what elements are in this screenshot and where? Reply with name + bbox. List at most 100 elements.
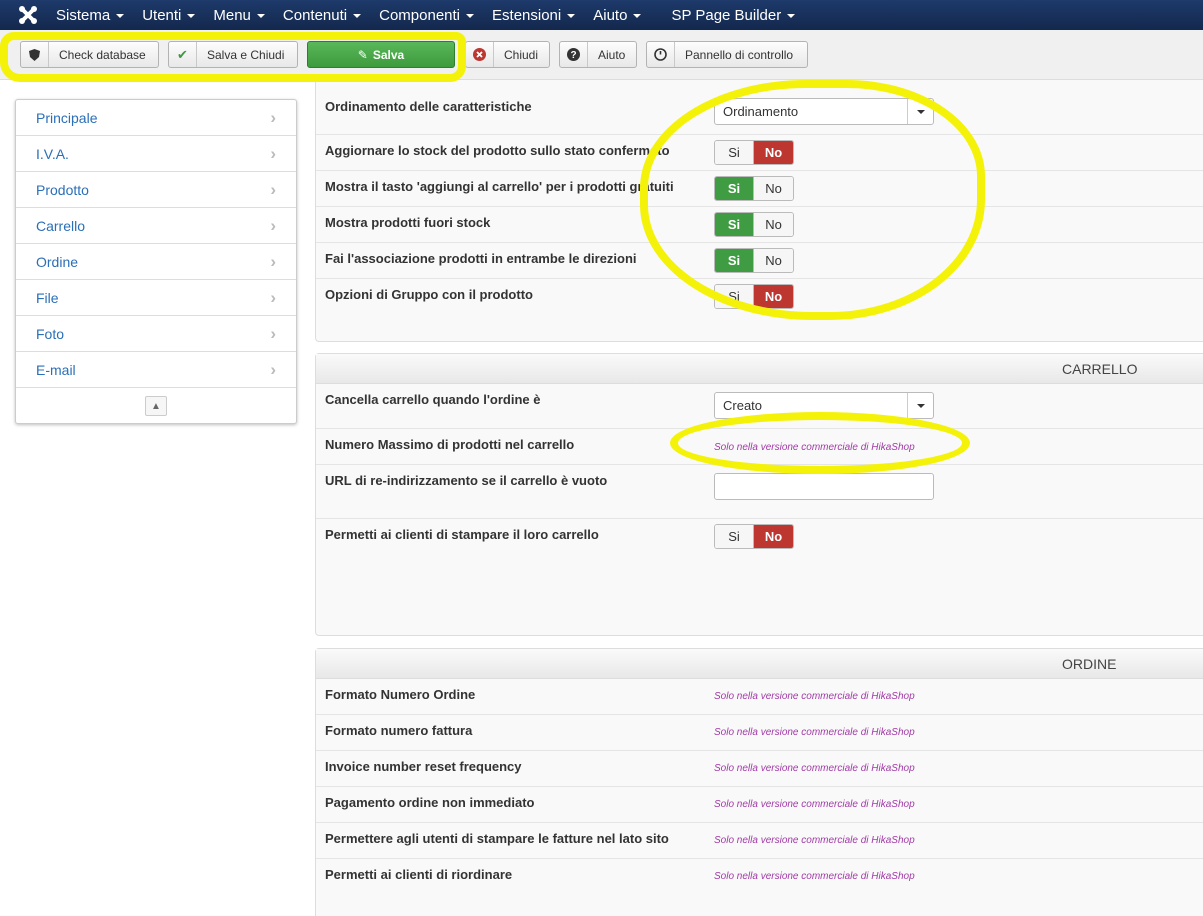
- caret-down-icon: [633, 14, 642, 18]
- toggle-yes[interactable]: Si: [715, 213, 754, 236]
- toggle-yes[interactable]: Si: [715, 249, 754, 272]
- menu-aiuto[interactable]: Aiuto: [593, 6, 642, 24]
- sidebar-item-label: I.V.A.: [36, 145, 69, 162]
- panel-header: ORDINE: [316, 649, 1203, 679]
- setting-row: Mostra il tasto 'aggiungi al carrello' p…: [316, 171, 1203, 207]
- collapse-up-icon[interactable]: ▲: [145, 396, 167, 416]
- setting-label: Aggiornare lo stock del prodotto sullo s…: [325, 143, 670, 158]
- caret-down-icon: [567, 14, 576, 18]
- toggle-no[interactable]: No: [754, 141, 793, 164]
- check-database-button[interactable]: Check database: [20, 41, 159, 68]
- toggle-no[interactable]: No: [754, 285, 793, 308]
- setting-row: Permetti ai clienti di stampare il loro …: [316, 519, 1203, 629]
- bidirectional-association-toggle[interactable]: Si No: [714, 248, 794, 273]
- commercial-version-note: Solo nella versione commerciale di HikaS…: [714, 871, 915, 882]
- sidebar-item-label: Foto: [36, 325, 65, 342]
- sidebar-item-ordine[interactable]: Ordine ›: [16, 244, 296, 280]
- toggle-yes[interactable]: Si: [715, 285, 754, 308]
- setting-row: Pagamento ordine non immediato Solo nell…: [316, 787, 1203, 823]
- clear-cart-status-select[interactable]: Creato: [714, 392, 934, 419]
- save-button[interactable]: ✎ Salva: [307, 41, 455, 68]
- control-panel-button[interactable]: Pannello di controllo: [646, 41, 808, 68]
- question-circle-icon: ?: [560, 42, 588, 67]
- setting-label: Permettere agli utenti di stampare le fa…: [325, 831, 669, 846]
- toggle-yes[interactable]: Si: [715, 525, 754, 548]
- setting-row: Opzioni di Gruppo con il prodotto Si No: [316, 279, 1203, 339]
- menu-label: Componenti: [379, 6, 461, 24]
- sidebar-item-label: Principale: [36, 109, 98, 126]
- sidebar-item-iva[interactable]: I.V.A. ›: [16, 136, 296, 172]
- menu-sp-page-builder[interactable]: SP Page Builder: [671, 7, 796, 24]
- sidebar-item-foto[interactable]: Foto ›: [16, 316, 296, 352]
- setting-label: Cancella carrello quando l'ordine è: [325, 392, 541, 407]
- close-button[interactable]: Chiudi: [465, 41, 550, 68]
- menu-menu[interactable]: Menu: [213, 7, 265, 24]
- out-of-stock-toggle[interactable]: Si No: [714, 212, 794, 237]
- empty-cart-redirect-url-input[interactable]: [714, 473, 934, 500]
- menu-componenti[interactable]: Componenti: [379, 6, 475, 24]
- cart-settings-panel: CARRELLO Cancella carrello quando l'ordi…: [315, 353, 1203, 636]
- setting-label: Formato Numero Ordine: [325, 687, 476, 702]
- setting-label: Ordinamento delle caratteristiche: [325, 99, 532, 114]
- sidebar-item-carrello[interactable]: Carrello ›: [16, 208, 296, 244]
- setting-row: Permettere agli utenti di stampare le fa…: [316, 823, 1203, 859]
- save-and-close-button[interactable]: ✔ Salva e Chiudi: [168, 41, 298, 68]
- yes-no-toggle: Si No: [714, 176, 794, 201]
- setting-label: Formato numero fattura: [325, 723, 473, 738]
- menu-contenuti[interactable]: Contenuti: [283, 7, 362, 24]
- setting-label: Invoice number reset frequency: [325, 759, 522, 774]
- menu-label: Aiuto: [593, 6, 628, 24]
- sidebar-item-principale[interactable]: Principale ›: [16, 100, 296, 136]
- commercial-version-note: Solo nella versione commerciale di HikaS…: [714, 799, 915, 810]
- update-stock-toggle[interactable]: Si No: [714, 140, 794, 165]
- toggle-yes[interactable]: Si: [715, 177, 754, 200]
- menu-sistema[interactable]: Sistema: [56, 7, 125, 24]
- setting-row: Mostra prodotti fuori stock Si No: [316, 207, 1203, 243]
- yes-no-toggle: Si No: [714, 284, 794, 309]
- caret-down-icon: [907, 393, 933, 418]
- commercial-version-note: Solo nella versione commerciale di HikaS…: [714, 691, 915, 702]
- print-cart-toggle[interactable]: Si No: [714, 524, 794, 549]
- sidebar: Principale › I.V.A. › Prodotto › Carrello › …: [15, 99, 297, 424]
- sidebar-item-email[interactable]: E-mail ›: [16, 352, 296, 388]
- button-label: Check database: [59, 47, 146, 62]
- characteristics-order-select[interactable]: Ordinamento: [714, 98, 934, 125]
- sidebar-item-label: Ordine: [36, 253, 79, 270]
- setting-row: Formato numero fattura Solo nella versio…: [316, 715, 1203, 751]
- sidebar-item-prodotto[interactable]: Prodotto ›: [16, 172, 296, 208]
- sidebar-item-label: Prodotto: [36, 181, 89, 198]
- toggle-yes[interactable]: Si: [715, 141, 754, 164]
- menu-label: Menu: [213, 6, 251, 24]
- chevron-right-icon: ›: [270, 287, 276, 307]
- button-label: Pannello di controllo: [685, 47, 794, 62]
- panel-title: CARRELLO: [1062, 361, 1138, 377]
- setting-label: Mostra prodotti fuori stock: [325, 215, 491, 230]
- yes-no-toggle: Si No: [714, 524, 794, 549]
- toggle-no[interactable]: No: [754, 213, 793, 236]
- group-options-toggle[interactable]: Si No: [714, 284, 794, 309]
- commercial-version-note: Solo nella versione commerciale di HikaS…: [714, 763, 915, 774]
- caret-down-icon: [256, 14, 265, 18]
- help-button[interactable]: ? Aiuto: [559, 41, 637, 68]
- chevron-right-icon: ›: [270, 251, 276, 271]
- toggle-no[interactable]: No: [754, 249, 793, 272]
- add-to-cart-free-toggle[interactable]: Si No: [714, 176, 794, 201]
- yes-no-toggle: Si No: [714, 140, 794, 165]
- chevron-right-icon: ›: [270, 179, 276, 199]
- sidebar-footer: ▲: [16, 388, 296, 424]
- button-label: Chiudi: [504, 47, 539, 62]
- menu-estensioni[interactable]: Estensioni: [492, 7, 576, 24]
- button-label: Aiuto: [598, 47, 626, 62]
- toggle-no[interactable]: No: [754, 177, 793, 200]
- joomla-logo-icon[interactable]: [0, 0, 56, 30]
- product-settings-panel: Ordinamento delle caratteristiche Ordina…: [315, 80, 1203, 342]
- commercial-version-note: Solo nella versione commerciale di HikaS…: [714, 835, 915, 846]
- toggle-no[interactable]: No: [754, 525, 793, 548]
- caret-down-icon: [187, 14, 196, 18]
- menu-utenti[interactable]: Utenti: [142, 7, 196, 24]
- sidebar-item-file[interactable]: File ›: [16, 280, 296, 316]
- sidebar-item-label: Carrello: [36, 217, 86, 234]
- chevron-right-icon: ›: [270, 143, 276, 163]
- setting-label: Permetti ai clienti di stampare il loro …: [325, 527, 599, 542]
- shield-icon: [21, 42, 49, 67]
